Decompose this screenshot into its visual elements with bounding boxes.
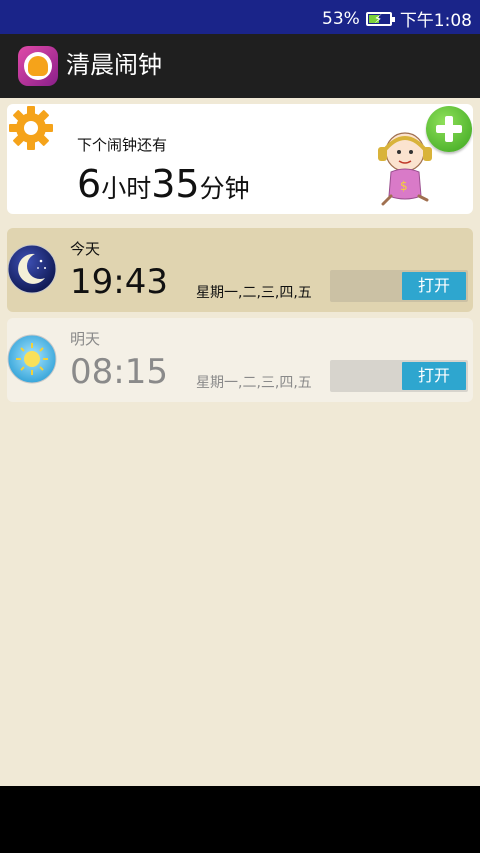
app-logo-icon (18, 46, 58, 86)
gear-icon[interactable] (7, 104, 55, 152)
countdown-hours-unit: 小时 (101, 174, 152, 203)
alarm-toggle-on-button[interactable]: 打开 (402, 272, 466, 300)
svg-text:$: $ (400, 179, 408, 193)
countdown-hours: 6 (77, 162, 102, 206)
status-indicators: 53% ⚡ 下午1:08 (322, 6, 472, 32)
alarm-time: 19:43 (70, 262, 168, 302)
alarm-toggle[interactable]: 打开 (330, 270, 468, 302)
alarm-repeat-days: 星期一,二,三,四,五 (196, 375, 312, 391)
app-bar: 清晨闹钟 (0, 34, 480, 98)
baby-headphones-icon: $ (378, 132, 432, 206)
app-title: 清晨闹钟 (66, 51, 162, 79)
clock: 下午1:08 (399, 11, 472, 31)
alarm-toggle-on-button[interactable]: 打开 (402, 362, 466, 390)
next-alarm-countdown: 6 小时 35 分钟 (77, 162, 250, 206)
sun-icon (7, 334, 57, 384)
next-alarm-label: 下个闹钟还有 (77, 136, 168, 154)
alarm-item[interactable]: 明天 08:15 星期一,二,三,四,五 打开 (7, 318, 473, 402)
next-alarm-card: 下个闹钟还有 6 小时 35 分钟 $ (7, 104, 473, 214)
alarm-toggle[interactable]: 打开 (330, 360, 468, 392)
alarm-repeat-days: 星期一,二,三,四,五 (196, 285, 312, 301)
alarm-item[interactable]: 今天 19:43 星期一,二,三,四,五 打开 (7, 228, 473, 312)
countdown-minutes: 35 (151, 162, 200, 206)
alarm-day-label: 今天 (70, 240, 101, 258)
moon-icon (7, 244, 57, 294)
battery-percent: 53% (322, 8, 360, 29)
battery-icon: ⚡ (365, 11, 395, 26)
charging-icon: ⚡ (373, 11, 383, 26)
countdown-minutes-unit: 分钟 (199, 174, 250, 203)
alarm-time: 08:15 (70, 352, 168, 392)
alarm-day-label: 明天 (70, 330, 101, 348)
add-alarm-button[interactable] (426, 106, 472, 152)
navigation-bar (0, 786, 480, 853)
status-bar: 53% ⚡ 下午1:08 (0, 0, 480, 34)
